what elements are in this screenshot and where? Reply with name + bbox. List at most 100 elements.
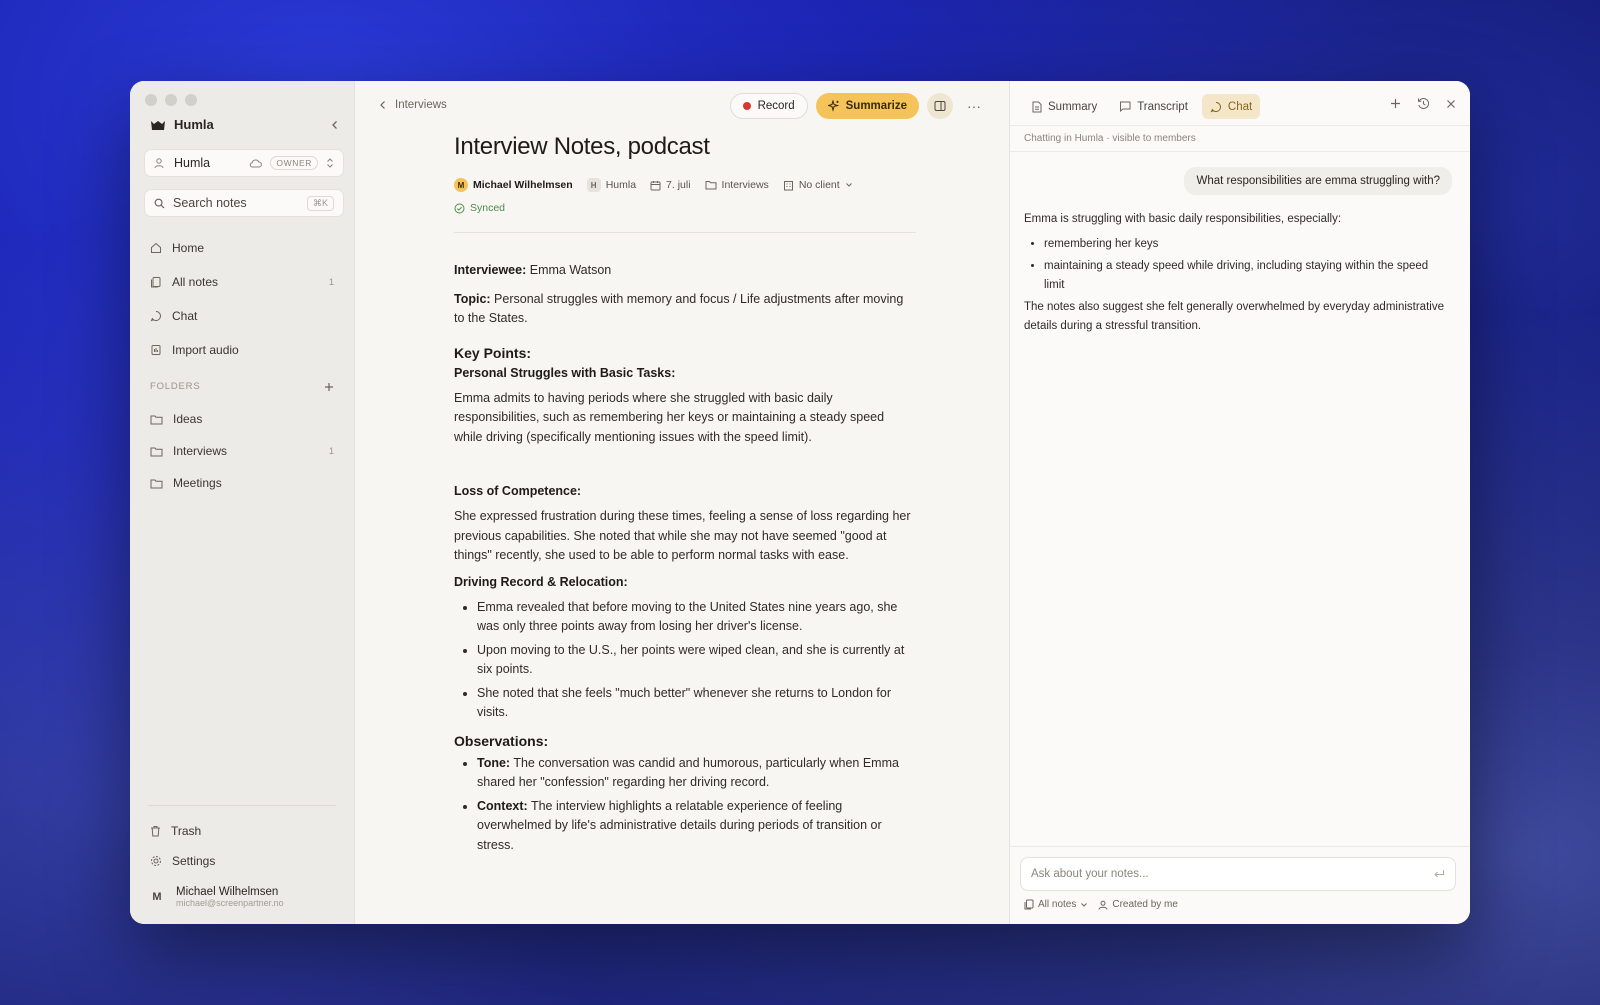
list-item: Upon moving to the U.S., her points were… [477, 641, 916, 680]
sidebar-item-label: All notes [172, 275, 219, 289]
key-points-heading: Key Points: [454, 344, 532, 361]
sidebar-item-label: Chat [172, 309, 198, 323]
sidebar-nav: Home All notes 1 Chat Import audio [140, 231, 344, 367]
close-icon[interactable] [1446, 97, 1456, 110]
chevron-down-icon [1080, 902, 1088, 908]
building-icon [783, 180, 794, 191]
workspace-chip[interactable]: H Humla [586, 178, 636, 192]
window-controls [145, 94, 197, 106]
role-badge: OWNER [270, 156, 318, 170]
sidebar-item-import-audio[interactable]: Import audio [140, 333, 344, 367]
sidebar-panel-icon [934, 100, 946, 112]
observation-label: Tone: [477, 755, 511, 770]
folder-icon [150, 414, 163, 425]
author-avatar: M [454, 178, 468, 192]
list-item: Context: The interview highlights a rela… [477, 797, 916, 856]
scope-filter[interactable]: All notes [1024, 899, 1088, 910]
chevron-down-icon [845, 182, 853, 188]
folder-label: Interviews [173, 444, 228, 458]
record-dot-icon [742, 102, 751, 110]
history-icon[interactable] [1417, 97, 1430, 110]
trash-label: Trash [171, 824, 202, 838]
plus-icon[interactable] [1390, 97, 1401, 110]
interviewee-value: Emma Watson [526, 263, 612, 277]
folder-label: Interviews [721, 179, 769, 191]
minimize-window-button[interactable] [165, 94, 177, 106]
breadcrumb-label: Interviews [395, 99, 447, 111]
date-label: 7. juli [666, 179, 691, 191]
home-icon [150, 242, 162, 254]
tab-chat[interactable]: Chat [1201, 94, 1261, 119]
workspace-switcher[interactable]: Humla [150, 117, 214, 132]
sidebar-item-settings[interactable]: Settings [140, 846, 344, 876]
date-chip[interactable]: 7. juli [650, 179, 691, 191]
author-chip[interactable]: M Michael Wilhelmsen [454, 178, 573, 192]
summarize-label: Summarize [845, 100, 907, 112]
sidebar-item-home[interactable]: Home [140, 231, 344, 265]
panel-actions [1390, 97, 1456, 110]
tab-summary[interactable]: Summary [1024, 94, 1105, 119]
observation-text: The conversation was candid and humorous… [477, 755, 899, 790]
breadcrumb[interactable]: Interviews [379, 99, 447, 111]
chat-bubble-icon [1210, 101, 1222, 113]
avatar: M [152, 891, 162, 903]
user-name: Michael Wilhelmsen [176, 886, 279, 898]
enter-icon[interactable] [1433, 869, 1445, 879]
collapse-sidebar-icon[interactable] [330, 120, 340, 130]
sidebar-item-all-notes[interactable]: All notes 1 [140, 265, 344, 299]
close-window-button[interactable] [145, 94, 157, 106]
more-options-button[interactable]: ··· [961, 93, 987, 119]
sidebar-item-chat[interactable]: Chat [140, 299, 344, 333]
sidebar-item-label: Home [172, 241, 205, 255]
sidebar-item-trash[interactable]: Trash [140, 816, 344, 846]
sidebar-divider [148, 805, 336, 806]
sidebar: Humla Humla OWNER Search notes ⌘K Home A… [130, 81, 355, 924]
search-shortcut: ⌘K [306, 195, 334, 211]
list-item: Tone: The conversation was candid and hu… [477, 754, 916, 793]
workspace-name: Humla [174, 117, 214, 132]
trash-icon [150, 825, 161, 837]
editor-toolbar: Record Summarize ··· [729, 93, 987, 119]
chevron-up-down-icon [326, 157, 334, 169]
interviewee-line: Interviewee: Emma Watson [454, 261, 916, 281]
section-heading: Driving Record & Relocation: [454, 574, 628, 589]
section-heading: Personal Struggles with Basic Tasks: [454, 365, 676, 380]
page-title[interactable]: Interview Notes, podcast [454, 133, 916, 161]
assistant-message: Emma is struggling with basic daily resp… [1024, 210, 1446, 335]
sparkles-icon [827, 100, 840, 112]
gear-icon [150, 855, 162, 867]
chat-input-placeholder: Ask about your notes... [1031, 868, 1149, 880]
record-button[interactable]: Record [729, 93, 808, 119]
search-input[interactable]: Search notes ⌘K [144, 189, 344, 217]
chat-panel: Summary Transcript Chat Chatting in Huml… [1010, 81, 1470, 924]
app-window: Humla Humla OWNER Search notes ⌘K Home A… [130, 81, 1470, 924]
team-selector[interactable]: Humla OWNER [144, 149, 344, 177]
summarize-button[interactable]: Summarize [815, 93, 919, 119]
tab-transcript[interactable]: Transcript [1111, 94, 1196, 119]
tab-label: Chat [1227, 100, 1253, 113]
search-placeholder: Search notes [173, 196, 247, 210]
topic-line: Topic: Personal struggles with memory an… [454, 290, 916, 329]
folder-chip[interactable]: Interviews [705, 179, 769, 191]
toggle-panel-button[interactable] [927, 93, 953, 119]
owner-filter[interactable]: Created by me [1098, 899, 1178, 910]
folders-heading: FOLDERS [150, 381, 201, 392]
calendar-icon [650, 180, 661, 191]
sidebar-item-count: 1 [328, 277, 334, 287]
chat-input[interactable]: Ask about your notes... [1020, 857, 1456, 891]
client-selector[interactable]: No client [783, 179, 853, 191]
add-folder-icon[interactable] [324, 382, 334, 392]
answer-intro: Emma is struggling with basic daily resp… [1024, 213, 1342, 225]
folder-item-interviews[interactable]: Interviews 1 [140, 435, 344, 467]
notes-icon [150, 276, 162, 288]
folder-item-meetings[interactable]: Meetings [140, 467, 344, 499]
answer-outro: The notes also suggest she felt generall… [1024, 301, 1444, 332]
topic-label: Topic: [454, 291, 491, 306]
scope-label: All notes [1038, 899, 1077, 910]
author-name: Michael Wilhelmsen [473, 179, 573, 191]
section-paragraph: Emma admits to having periods where she … [454, 390, 885, 444]
user-profile[interactable]: M Michael Wilhelmsen michael@screenpartn… [140, 876, 344, 924]
maximize-window-button[interactable] [185, 94, 197, 106]
folder-item-ideas[interactable]: Ideas [140, 403, 344, 435]
